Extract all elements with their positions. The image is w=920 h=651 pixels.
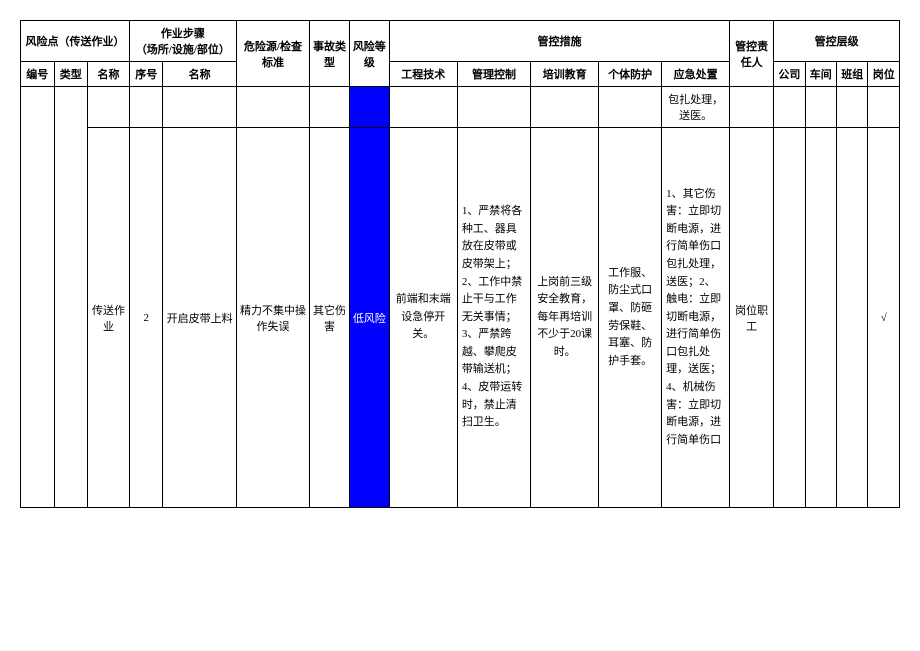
cell-co-prev xyxy=(774,87,805,128)
cell-emerg-prev: 包扎处理，送医。 xyxy=(662,87,730,128)
cell-mgmt-prev xyxy=(457,87,530,128)
cell-team-prev xyxy=(837,87,868,128)
cell-hazard-prev xyxy=(236,87,309,128)
cell-type xyxy=(54,87,88,508)
hdr-risk-level: 风险等级 xyxy=(349,21,389,87)
hdr-accident: 事故类型 xyxy=(310,21,350,87)
cell-company xyxy=(774,128,805,508)
cell-seq-prev xyxy=(129,87,163,128)
hdr-company: 公司 xyxy=(774,62,805,87)
hdr-responsible: 管控责任人 xyxy=(730,21,774,87)
hdr-control-measures: 管控措施 xyxy=(389,21,729,62)
cell-hazard: 精力不集中操作失误 xyxy=(236,128,309,508)
cell-risk-level: 低风险 xyxy=(349,128,389,508)
hdr-type: 类型 xyxy=(54,62,88,87)
hdr-hazard: 危险源/检查标准 xyxy=(236,21,309,87)
hdr-mgmt: 管理控制 xyxy=(457,62,530,87)
cell-eng-prev xyxy=(389,87,457,128)
cell-risk-prev xyxy=(349,87,389,128)
risk-assessment-table: 风险点（传送作业） 作业步骤 （场所/设施/部位） 危险源/检查标准 事故类型 … xyxy=(20,20,900,508)
cell-accident-prev xyxy=(310,87,350,128)
cell-ppe: 工作服、防尘式口罩、防砸劳保鞋、耳塞、防护手套。 xyxy=(599,128,662,508)
hdr-num: 编号 xyxy=(21,62,55,87)
cell-eng: 前端和末端设急停开关。 xyxy=(389,128,457,508)
hdr-ppe: 个体防护 xyxy=(599,62,662,87)
cell-post-prev xyxy=(868,87,900,128)
cell-post: √ xyxy=(868,128,900,508)
cell-stepname-prev xyxy=(163,87,236,128)
hdr-team: 班组 xyxy=(837,62,868,87)
cell-stepname: 开启皮带上料 xyxy=(163,128,236,508)
hdr-seq: 序号 xyxy=(129,62,163,87)
cell-responsible: 岗位职工 xyxy=(730,128,774,508)
cell-train: 上岗前三级安全教育，每年再培训不少于20课时。 xyxy=(531,128,599,508)
hdr-stepname: 名称 xyxy=(163,62,236,87)
cell-resp-prev xyxy=(730,87,774,128)
hdr-step-group: 作业步骤 （场所/设施/部位） xyxy=(129,21,236,62)
hdr-train: 培训教育 xyxy=(531,62,599,87)
table-row-prev: 包扎处理，送医。 xyxy=(21,87,900,128)
cell-name: 传送作业 xyxy=(88,128,130,508)
hdr-control-level: 管控层级 xyxy=(774,21,900,62)
cell-ppe-prev xyxy=(599,87,662,128)
hdr-workshop: 车间 xyxy=(805,62,836,87)
hdr-eng: 工程技术 xyxy=(389,62,457,87)
cell-ws-prev xyxy=(805,87,836,128)
cell-mgmt: 1、严禁将各种工、器具放在皮带或皮带架上；2、工作中禁止干与工作无关事情；3、严… xyxy=(457,128,530,508)
cell-workshop xyxy=(805,128,836,508)
hdr-name: 名称 xyxy=(88,62,130,87)
cell-emerg: 1、其它伤害：立即切断电源，进行简单伤口包扎处理，送医；2、触电：立即切断电源，… xyxy=(662,128,730,508)
hdr-post: 岗位 xyxy=(868,62,900,87)
cell-team xyxy=(837,128,868,508)
cell-accident: 其它伤害 xyxy=(310,128,350,508)
cell-num xyxy=(21,87,55,508)
hdr-emerg: 应急处置 xyxy=(662,62,730,87)
table-row: 传送作业 2 开启皮带上料 精力不集中操作失误 其它伤害 低风险 前端和末端设急… xyxy=(21,128,900,508)
hdr-risk-point: 风险点（传送作业） xyxy=(21,21,130,62)
cell-train-prev xyxy=(531,87,599,128)
cell-name-prev xyxy=(88,87,130,128)
cell-seq: 2 xyxy=(129,128,163,508)
